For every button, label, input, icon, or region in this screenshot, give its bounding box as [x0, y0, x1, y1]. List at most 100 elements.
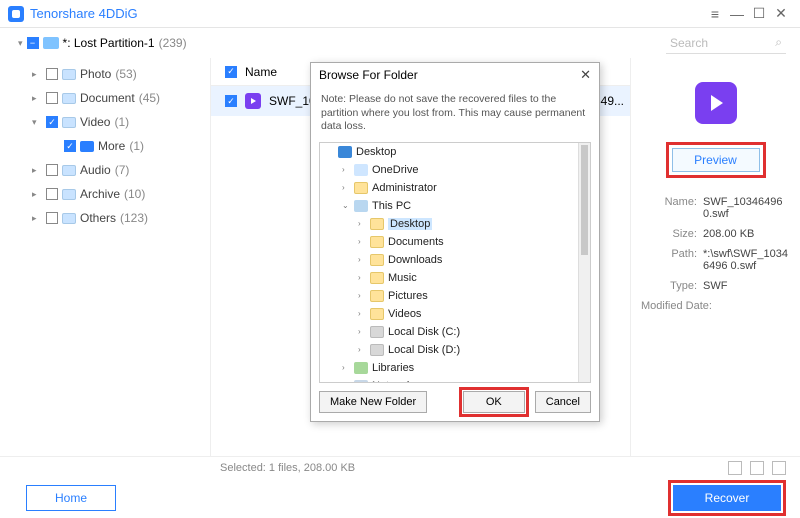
checkbox[interactable] — [46, 164, 58, 176]
folder-icon — [370, 326, 384, 338]
scrollbar[interactable] — [578, 143, 590, 382]
view-detail-icon[interactable] — [772, 461, 786, 475]
folder-icon — [354, 164, 368, 176]
expand-icon[interactable]: › — [358, 327, 366, 336]
expand-icon[interactable]: › — [358, 273, 366, 282]
folder-icon — [338, 146, 352, 158]
sidebar-item-audio[interactable]: ▸Audio (7) — [14, 158, 202, 182]
search-input[interactable]: Search ⌕ — [666, 32, 786, 54]
expand-icon[interactable]: ▾ — [32, 117, 42, 128]
dialog-close-button[interactable]: ✕ — [580, 67, 591, 83]
app-title: Tenorshare 4DDiG — [30, 6, 138, 21]
expand-icon[interactable]: › — [358, 255, 366, 264]
ok-button[interactable]: OK — [463, 391, 525, 413]
close-button[interactable]: ✕ — [770, 3, 792, 25]
folder-tree-item[interactable]: ⌄This PC — [320, 197, 578, 215]
view-grid-icon[interactable] — [750, 461, 764, 475]
folder-icon — [62, 67, 76, 81]
expand-icon[interactable]: ▸ — [32, 189, 42, 200]
folder-icon — [370, 218, 384, 230]
expand-icon[interactable]: ▸ — [32, 165, 42, 176]
dialog-title: Browse For Folder — [319, 68, 418, 82]
folder-tree-item[interactable]: ›Administrator — [320, 179, 578, 197]
sidebar-item-count: (123) — [120, 211, 148, 225]
sidebar-item-video[interactable]: ▾ ✓ Video (1) — [14, 110, 202, 134]
expand-icon[interactable]: › — [358, 219, 366, 228]
folder-label: Network — [372, 380, 412, 382]
sidebar-item-archive[interactable]: ▸Archive (10) — [14, 182, 202, 206]
expand-icon[interactable]: › — [358, 345, 366, 354]
meta-size-val: 208.00 KB — [703, 228, 790, 240]
expand-icon[interactable]: › — [342, 165, 350, 174]
cancel-button[interactable]: Cancel — [535, 391, 591, 413]
folder-label: Libraries — [372, 362, 414, 374]
sidebar-item-document[interactable]: ▸Document (45) — [14, 86, 202, 110]
folder-tree-item[interactable]: Desktop — [320, 143, 578, 161]
folder-icon — [62, 163, 76, 177]
menu-icon[interactable]: ≡ — [704, 3, 726, 25]
expand-icon[interactable]: ⌄ — [342, 201, 350, 210]
checkbox[interactable] — [46, 68, 58, 80]
checkbox[interactable] — [46, 212, 58, 224]
folder-label: Pictures — [388, 290, 428, 302]
checkbox[interactable] — [46, 188, 58, 200]
folder-tree-item[interactable]: › Libraries — [320, 359, 578, 377]
meta-name-key: Name: — [641, 196, 703, 220]
sidebar-item-photo[interactable]: ▸Photo (53) — [14, 62, 202, 86]
partition-label: *: Lost Partition-1 — [63, 36, 155, 50]
row-checkbox[interactable]: ✓ — [225, 95, 237, 107]
preview-button[interactable]: Preview — [672, 148, 760, 172]
expand-icon[interactable]: › — [342, 381, 350, 382]
column-name[interactable]: Name — [245, 65, 277, 79]
view-list-icon[interactable] — [728, 461, 742, 475]
sidebar-item-label: Archive — [80, 187, 120, 201]
folder-tree-item[interactable]: › OneDrive — [320, 161, 578, 179]
sidebar-item-count: (45) — [139, 91, 160, 105]
expand-icon[interactable]: › — [342, 363, 350, 372]
sidebar-item-label: Photo — [80, 67, 111, 81]
collapse-icon: ▾ — [18, 38, 23, 49]
maximize-button[interactable]: ☐ — [748, 3, 770, 25]
make-new-folder-button[interactable]: Make New Folder — [319, 391, 427, 413]
sidebar-item-others[interactable]: ▸Others (123) — [14, 206, 202, 230]
search-icon: ⌕ — [775, 35, 782, 50]
sidebar-item-label: Video — [80, 115, 110, 129]
folder-icon — [354, 380, 368, 382]
expand-icon[interactable]: ▸ — [32, 213, 42, 224]
folder-tree-item[interactable]: › Local Disk (D:) — [320, 341, 578, 359]
sidebar-item-more[interactable]: ✓More (1) — [14, 134, 202, 158]
expand-icon[interactable]: › — [358, 309, 366, 318]
expand-icon[interactable]: ▸ — [32, 93, 42, 104]
folder-tree-item[interactable]: ›Documents — [320, 233, 578, 251]
folder-tree-item[interactable]: ›Desktop — [320, 215, 578, 233]
file-type-icon — [695, 82, 737, 124]
sidebar-item-count: (7) — [115, 163, 130, 177]
expand-icon[interactable]: › — [358, 237, 366, 246]
folder-tree-item[interactable]: ›Videos — [320, 305, 578, 323]
folder-label: Local Disk (D:) — [388, 344, 460, 356]
search-placeholder: Search — [670, 36, 708, 50]
checkbox[interactable]: ✓ — [64, 140, 76, 152]
folder-tree-item[interactable]: ›Local Disk (C:) — [320, 323, 578, 341]
folder-label: OneDrive — [372, 164, 418, 176]
select-all-checkbox[interactable]: ✓ — [225, 66, 237, 78]
minimize-button[interactable]: — — [726, 3, 748, 25]
meta-mod-key: Modified Date: — [641, 300, 718, 312]
expand-icon[interactable]: › — [358, 291, 366, 300]
folder-icon — [62, 115, 76, 129]
folder-tree-item[interactable]: ›Music — [320, 269, 578, 287]
home-button[interactable]: Home — [26, 485, 116, 511]
meta-name-val: SWF_10346496 0.swf — [703, 196, 790, 220]
folder-tree-item[interactable]: › Pictures — [320, 287, 578, 305]
expand-icon[interactable]: › — [342, 183, 350, 192]
folder-tree-item[interactable]: › Network — [320, 377, 578, 382]
folder-icon — [370, 236, 384, 248]
sidebar-item-count: (1) — [114, 115, 129, 129]
breadcrumb[interactable]: ▾ − *: Lost Partition-1 (239) — [0, 36, 210, 50]
expand-icon[interactable]: ▸ — [32, 69, 42, 80]
recover-button[interactable]: Recover — [673, 485, 781, 511]
checkbox[interactable] — [46, 92, 58, 104]
folder-tree-item[interactable]: ›Downloads — [320, 251, 578, 269]
checkbox[interactable]: ✓ — [46, 116, 58, 128]
toolbar-row: ▾ − *: Lost Partition-1 (239) Search ⌕ — [0, 28, 800, 58]
